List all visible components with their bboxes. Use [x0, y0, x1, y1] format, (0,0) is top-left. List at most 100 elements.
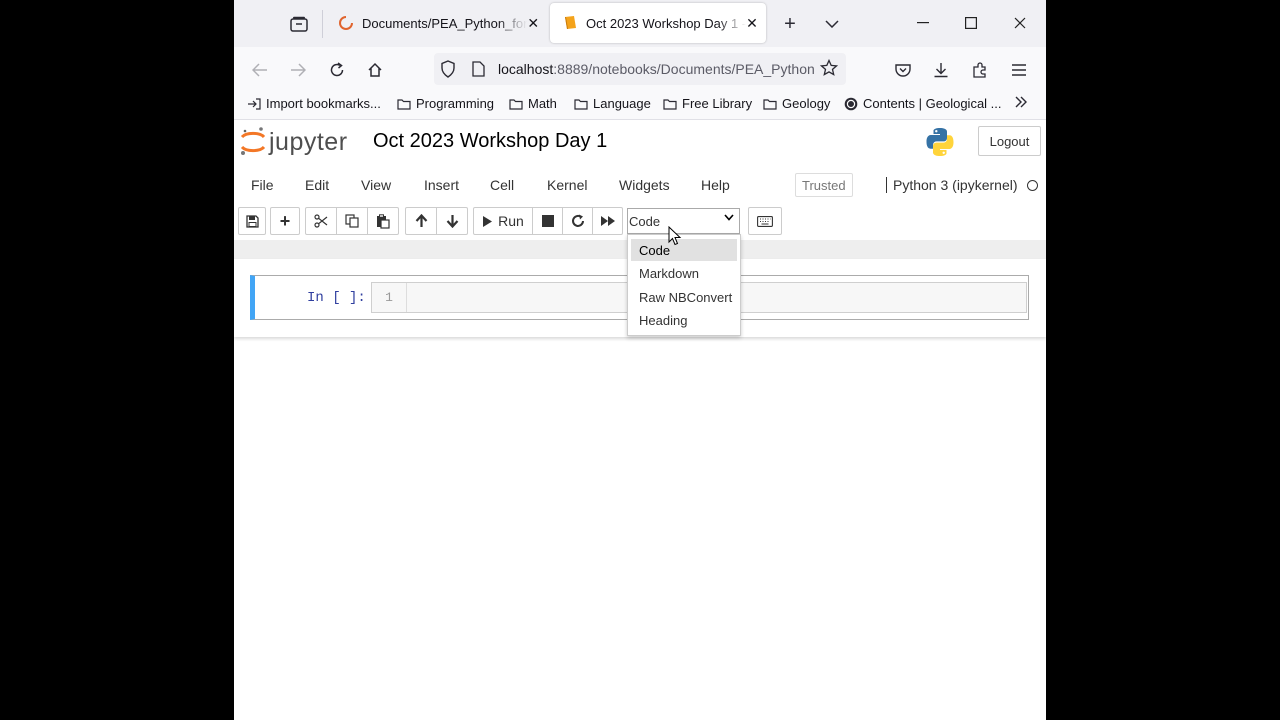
- play-icon: [483, 215, 493, 227]
- tab-title: Documents/PEA_Python_for_Geoscience/: [362, 15, 527, 31]
- window-close-icon[interactable]: [1005, 10, 1035, 36]
- menu-cell[interactable]: Cell: [490, 177, 514, 193]
- bookmark-label: Language: [593, 96, 651, 111]
- firefox-view-icon[interactable]: [287, 12, 311, 36]
- pocket-icon[interactable]: [890, 57, 916, 83]
- bookmark-folder-language[interactable]: Language: [574, 96, 651, 111]
- move-down-button[interactable]: [437, 207, 468, 235]
- page-info-icon[interactable]: [472, 61, 485, 77]
- navigation-bar: localhost:8889/notebooks/Documents/PEA_P…: [234, 47, 1046, 91]
- paste-icon: [377, 213, 390, 229]
- kernel-idle-indicator-icon: [1027, 180, 1038, 191]
- cell-type-value: Code: [629, 213, 661, 229]
- run-label: Run: [498, 213, 524, 229]
- tracking-protection-shield-icon[interactable]: [440, 60, 456, 78]
- run-button[interactable]: Run: [473, 207, 533, 235]
- close-icon[interactable]: ✕: [527, 15, 540, 32]
- downloads-icon[interactable]: [928, 57, 954, 83]
- bookmark-star-icon[interactable]: [820, 59, 838, 77]
- menu-kernel[interactable]: Kernel: [547, 177, 587, 193]
- minimize-icon[interactable]: [908, 10, 938, 36]
- notebook-title[interactable]: Oct 2023 Workshop Day 1: [373, 130, 607, 153]
- cell-type-dropdown: Code Markdown Raw NBConvert Heading: [627, 234, 741, 336]
- bookmark-label: Free Library: [682, 96, 753, 111]
- input-prompt: In [ ]:: [307, 290, 366, 306]
- restart-run-all-button[interactable]: [593, 207, 623, 235]
- reload-icon[interactable]: [324, 57, 350, 83]
- menu-view[interactable]: View: [361, 177, 391, 193]
- stop-icon: [541, 215, 554, 227]
- url-host: localhost: [498, 61, 554, 77]
- menu-help[interactable]: Help: [701, 177, 730, 193]
- interrupt-kernel-button[interactable]: [533, 207, 563, 235]
- mouse-cursor-icon: [668, 226, 682, 246]
- bookmark-label: Programming: [416, 96, 495, 111]
- arrow-up-icon: [415, 214, 427, 227]
- option-heading[interactable]: Heading: [631, 309, 737, 331]
- fast-forward-icon: [600, 216, 615, 226]
- copy-button[interactable]: [337, 207, 368, 235]
- extensions-icon[interactable]: [967, 57, 993, 83]
- jupyter-menubar: File Edit View Insert Cell Kernel Widget…: [234, 168, 1046, 202]
- jupyter-header: jupyter Oct 2023 Workshop Day 1 Logout: [234, 120, 1046, 166]
- arrow-down-icon: [446, 215, 458, 228]
- jupyter-logo-icon: [240, 127, 266, 155]
- import-icon: [248, 97, 261, 110]
- command-palette-button[interactable]: [748, 207, 782, 235]
- more-bookmarks-chevron-icon[interactable]: [1014, 95, 1028, 109]
- kernel-name[interactable]: Python 3 (ipykernel): [886, 177, 1018, 193]
- address-bar[interactable]: localhost:8889/notebooks/Documents/PEA_P…: [434, 53, 846, 85]
- close-icon[interactable]: ✕: [746, 15, 758, 32]
- scissors-icon: [314, 214, 328, 228]
- bookmark-folder-geology[interactable]: Geology: [763, 96, 830, 111]
- menu-file[interactable]: File: [251, 177, 274, 193]
- menu-insert[interactable]: Insert: [424, 177, 459, 193]
- move-up-button[interactable]: [405, 207, 437, 235]
- bookmark-label: Geology: [782, 96, 831, 111]
- bookmark-contents-geological[interactable]: Contents | Geological ...: [844, 96, 1002, 111]
- option-raw-nbconvert[interactable]: Raw NBConvert: [631, 286, 737, 308]
- folder-icon: [574, 98, 588, 110]
- option-code[interactable]: Code: [631, 239, 737, 261]
- option-markdown[interactable]: Markdown: [631, 262, 737, 284]
- menu-hamburger-icon[interactable]: [1006, 57, 1032, 83]
- paste-button[interactable]: [368, 207, 399, 235]
- tab-bar: Documents/PEA_Python_for_Geoscience/ ✕ O…: [234, 0, 1046, 47]
- jupyter-logo[interactable]: jupyter: [240, 126, 348, 158]
- line-number: 1: [372, 283, 407, 312]
- tab-title: Oct 2023 Workshop Day 1 - Jupyter Notebo…: [586, 15, 746, 31]
- copy-icon: [345, 214, 359, 228]
- bookmark-folder-math[interactable]: Math: [509, 96, 557, 111]
- back-icon[interactable]: [247, 57, 273, 83]
- bookmark-label: Import bookmarks...: [266, 96, 381, 111]
- url-text[interactable]: localhost:8889/notebooks/Documents/PEA_P…: [498, 61, 814, 77]
- loading-spinner-icon: [338, 15, 354, 31]
- site-favicon-icon: [844, 97, 858, 110]
- folder-icon: [509, 98, 523, 110]
- bookmark-folder-free-library[interactable]: Free Library: [663, 96, 752, 111]
- tab-documents[interactable]: Documents/PEA_Python_for_Geoscience/ ✕: [326, 2, 548, 44]
- menu-widgets[interactable]: Widgets: [619, 177, 670, 193]
- tab-notebook[interactable]: Oct 2023 Workshop Day 1 - Jupyter Notebo…: [550, 3, 766, 43]
- keyboard-icon: [757, 215, 773, 227]
- bookmark-import[interactable]: Import bookmarks...: [247, 96, 381, 111]
- logout-button[interactable]: Logout: [978, 126, 1041, 156]
- save-icon: [245, 214, 259, 228]
- trusted-indicator[interactable]: Trusted: [795, 173, 853, 197]
- cut-button[interactable]: [305, 207, 337, 235]
- list-tabs-icon[interactable]: [820, 12, 844, 36]
- bookmark-folder-programming[interactable]: Programming: [397, 96, 494, 111]
- folder-icon: [763, 98, 777, 110]
- home-icon[interactable]: [362, 57, 388, 83]
- maximize-icon[interactable]: [956, 10, 986, 36]
- new-tab-icon[interactable]: +: [778, 12, 802, 36]
- menu-edit[interactable]: Edit: [305, 177, 329, 193]
- plus-icon: +: [279, 210, 291, 231]
- browser-window: Documents/PEA_Python_for_Geoscience/ ✕ O…: [234, 0, 1046, 720]
- notebook-favicon-icon: [562, 15, 578, 31]
- restart-kernel-button[interactable]: [563, 207, 593, 235]
- insert-cell-button[interactable]: +: [270, 207, 300, 235]
- save-button[interactable]: [238, 207, 266, 235]
- cell-type-select[interactable]: Code: [627, 208, 740, 234]
- forward-icon[interactable]: [285, 57, 311, 83]
